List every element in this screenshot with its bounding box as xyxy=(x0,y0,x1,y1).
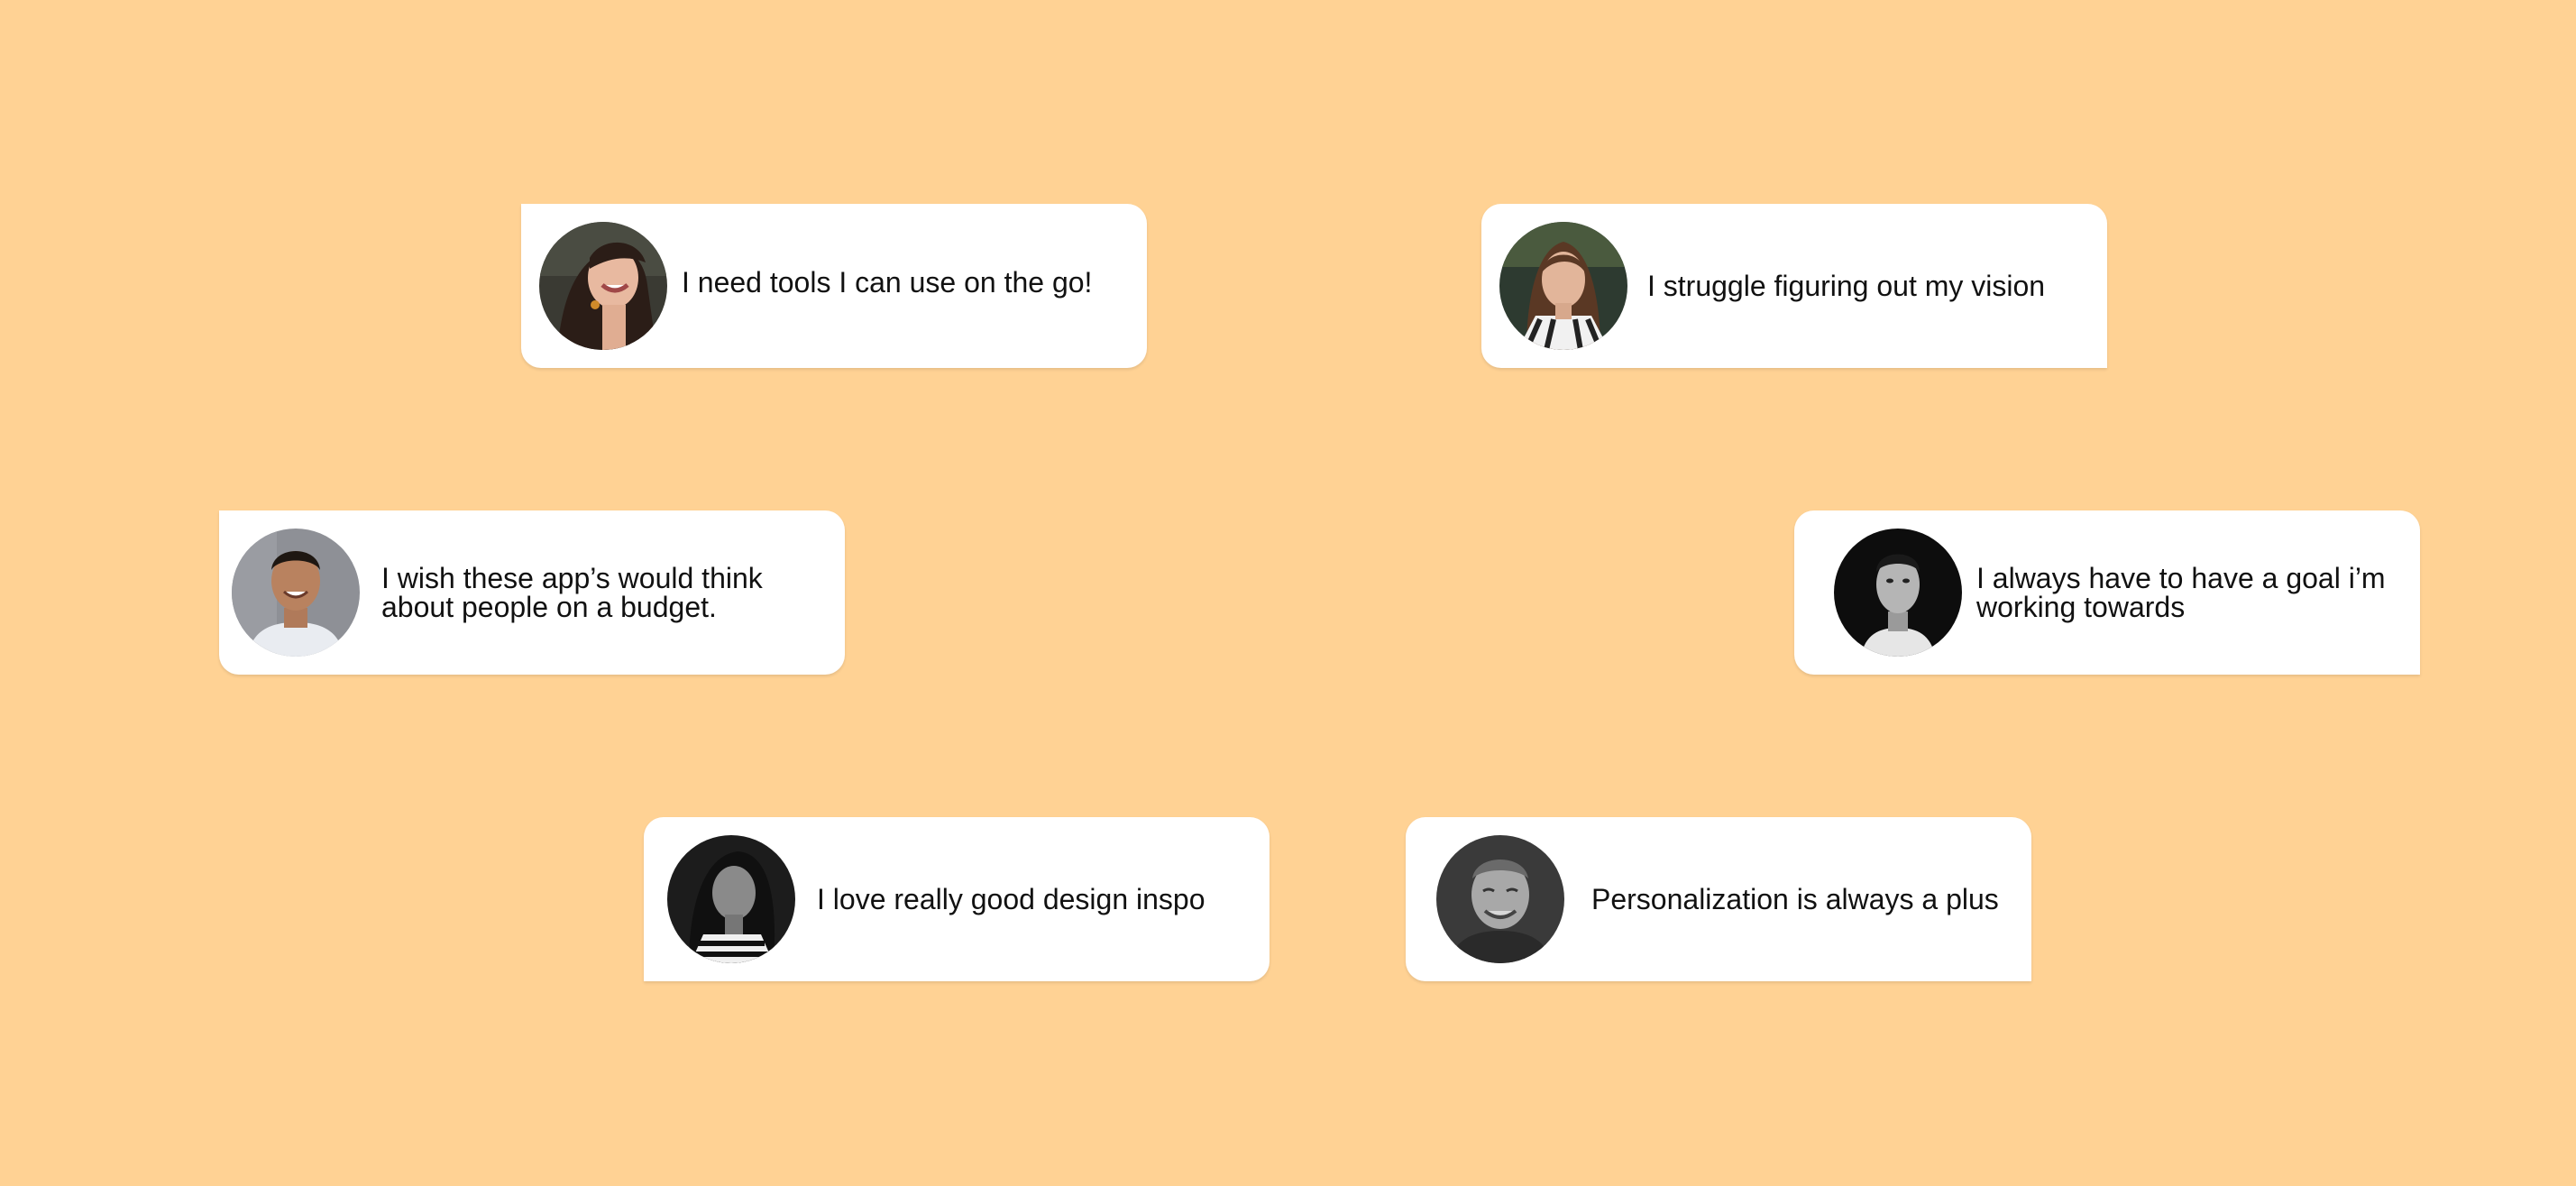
quote-card-6: Personalization is always a plus xyxy=(1406,817,2031,981)
quote-card-5: I love really good design inspo xyxy=(644,817,1270,981)
quote-card-2: I struggle figuring out my vision xyxy=(1481,204,2107,368)
quote-card-4: I always have to have a goal i’m working… xyxy=(1794,510,2420,675)
man-bw-portrait-photo xyxy=(1834,529,1962,657)
quote-card-3: I wish these app’s would think about peo… xyxy=(219,510,845,675)
avatar xyxy=(1436,835,1564,963)
smiling-man-photo xyxy=(232,529,360,657)
avatar xyxy=(1834,529,1962,657)
woman-bw-portrait-photo xyxy=(667,835,795,963)
smiling-man-bw-photo xyxy=(1436,835,1564,963)
quote-text: I need tools I can use on the go! xyxy=(682,266,1093,299)
quote-text: I wish these app’s would think about peo… xyxy=(381,562,763,623)
avatar xyxy=(1499,222,1627,350)
woman-portrait-photo xyxy=(1499,222,1627,350)
quote-text: Personalization is always a plus xyxy=(1591,883,1999,915)
persona-quotes-board: { "background_color": "#FFD294", "cards"… xyxy=(0,0,2576,1186)
quote-card-1: I need tools I can use on the go! xyxy=(521,204,1147,368)
avatar xyxy=(667,835,795,963)
avatar xyxy=(232,529,360,657)
smiling-woman-photo xyxy=(539,222,667,350)
avatar xyxy=(539,222,667,350)
quote-text: I always have to have a goal i’m working… xyxy=(1976,562,2386,623)
quote-text: I struggle figuring out my vision xyxy=(1647,270,2046,302)
quote-text: I love really good design inspo xyxy=(817,883,1205,915)
